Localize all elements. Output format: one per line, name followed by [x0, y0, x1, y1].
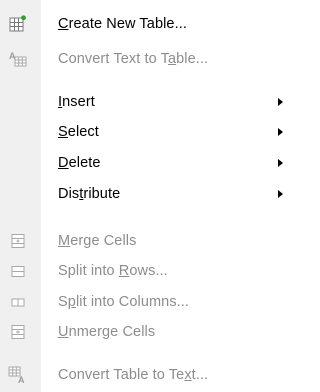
menu-item-label: Create New Table... [58, 16, 187, 32]
menu-item-select[interactable]: Select [0, 119, 293, 145]
merge-cells-icon [8, 231, 28, 251]
menu-item-label: Convert Text to Table... [58, 51, 209, 67]
menu-item-label: Insert [58, 94, 95, 110]
menu-item-insert[interactable]: Insert [0, 89, 293, 115]
table-to-text-icon: A [8, 365, 28, 385]
menu-item-distribute[interactable]: Distribute [0, 181, 293, 207]
menu-item-unmerge-cells[interactable]: Unmerge Cells [0, 319, 293, 345]
menu-item-label: Convert Table to Text... [58, 367, 209, 383]
svg-text:A: A [18, 375, 25, 384]
table-context-menu: Create New Table... A Convert Text to Ta… [0, 0, 293, 392]
menu-item-label: Split into Rows... [58, 263, 168, 279]
text-to-table-icon: A [8, 49, 28, 69]
submenu-arrow-icon [278, 159, 283, 167]
submenu-arrow-icon [278, 128, 283, 136]
menu-item-split-into-columns[interactable]: Split into Columns... [0, 289, 293, 315]
menu-item-split-into-rows[interactable]: Split into Rows... [0, 258, 293, 284]
menu-item-create-new-table[interactable]: Create New Table... [0, 11, 293, 37]
submenu-arrow-icon [278, 190, 283, 198]
submenu-arrow-icon [278, 98, 283, 106]
menu-item-merge-cells[interactable]: Merge Cells [0, 228, 293, 254]
menu-item-label: Select [58, 124, 99, 140]
menu-item-label: Delete [58, 155, 101, 171]
unmerge-cells-icon [8, 322, 28, 342]
menu-item-delete[interactable]: Delete [0, 150, 293, 176]
split-rows-icon [8, 261, 28, 281]
menu-item-label: Unmerge Cells [58, 324, 156, 340]
menu-item-convert-text-to-table[interactable]: A Convert Text to Table... [0, 46, 293, 72]
split-columns-icon [8, 292, 28, 312]
menu-item-label: Distribute [58, 186, 121, 202]
table-new-icon [8, 14, 28, 34]
menu-item-convert-table-to-text[interactable]: A Convert Table to Text... [0, 362, 293, 388]
menu-item-label: Split into Columns... [58, 294, 190, 310]
menu-item-label: Merge Cells [58, 233, 137, 249]
